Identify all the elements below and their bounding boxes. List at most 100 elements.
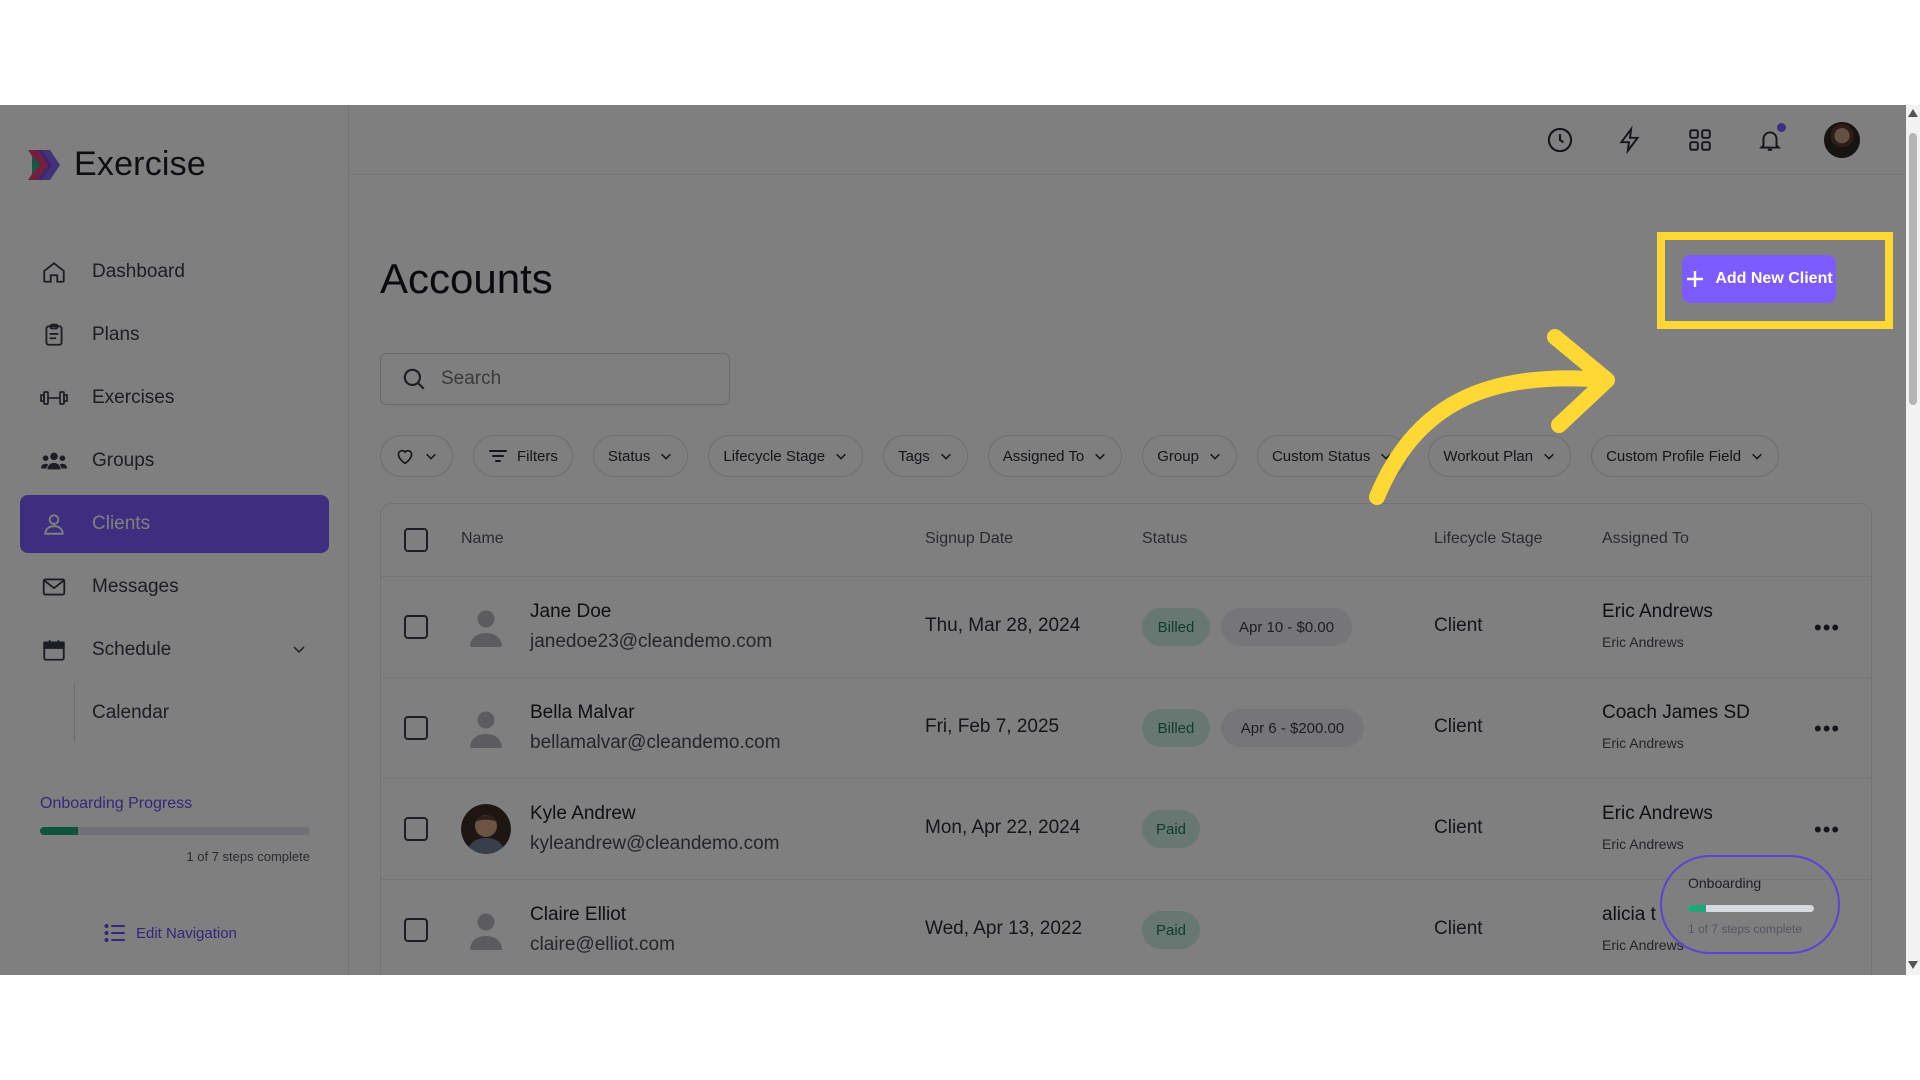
status-filter[interactable]: Status [592,435,689,477]
signup-date: Fri, Feb 7, 2025 [925,716,1060,737]
status-badge: Billed [1142,709,1210,747]
more-options-icon[interactable]: ••• [1814,615,1840,641]
filters-button[interactable]: Filters [473,435,573,477]
tags-filter[interactable]: Tags [883,435,968,477]
client-photo-avatar [461,804,511,854]
signup-date: Mon, Apr 22, 2024 [925,817,1081,838]
sidebar-item-plans[interactable]: Plans [20,306,329,364]
calendar-icon [40,636,68,664]
column-header-name[interactable]: Name [461,530,504,548]
lifecycle-stage: Client [1434,615,1483,636]
user-avatar[interactable] [1822,120,1862,160]
select-all-checkbox[interactable] [404,528,428,552]
sidebar: Exercise Dashboard Plans Exercises Group… [0,105,349,975]
clock-icon[interactable] [1542,122,1578,158]
list-icon [104,924,125,942]
row-checkbox[interactable] [404,817,428,841]
column-header-assigned-to[interactable]: Assigned To [1602,530,1689,548]
filter-label: Group [1157,447,1199,465]
heart-icon [397,449,413,465]
client-name[interactable]: Kyle Andrew [530,803,636,825]
client-name[interactable]: Jane Doe [530,601,611,623]
group-filter[interactable]: Group [1142,435,1237,477]
assigned-to-filter[interactable]: Assigned To [987,435,1123,477]
filter-label: Tags [898,447,930,465]
home-icon [40,258,68,286]
bolt-icon[interactable] [1612,122,1648,158]
column-header-signup-date[interactable]: Signup Date [925,530,1013,548]
row-checkbox[interactable] [404,918,428,942]
onboarding-widget-progress-bar [1688,905,1814,912]
table-row[interactable]: Kyle Andrew kyleandrew@cleandemo.com Mon… [381,779,1871,880]
clients-table: Name Signup Date Status Lifecycle Stage … [380,503,1872,975]
column-header-status[interactable]: Status [1142,530,1187,548]
onboarding-progress[interactable]: Onboarding Progress 1 of 7 steps complet… [40,795,310,864]
table-row[interactable]: Bella Malvar bellamalvar@cleandemo.com F… [381,678,1871,779]
chevron-down-icon [1210,453,1220,460]
column-header-lifecycle-stage[interactable]: Lifecycle Stage [1434,530,1543,548]
sidebar-item-label: Exercises [92,387,175,408]
onboarding-widget[interactable]: Onboarding 1 of 7 steps complete [1660,855,1840,954]
favorites-filter[interactable] [380,435,453,477]
chevron-down-icon[interactable] [291,641,307,663]
chevron-down-icon [661,453,672,460]
scroll-down-arrow-icon[interactable] [1908,961,1918,969]
status-badge: Billed [1142,608,1210,646]
sidebar-item-exercises[interactable]: Exercises [20,369,329,427]
logo-icon [28,149,60,180]
app-logo[interactable]: Exercise [24,145,206,184]
add-new-client-button[interactable]: Add New Client [1682,255,1836,303]
signup-date: Wed, Apr 13, 2022 [925,918,1083,939]
client-name[interactable]: Claire Elliot [530,904,626,926]
row-checkbox[interactable] [404,615,428,639]
avatar-placeholder-icon [470,913,502,950]
clipboard-icon [40,321,68,349]
client-email: claire@elliot.com [530,934,675,955]
onboarding-progress-fill [40,827,78,835]
onboarding-progress-bar [40,827,310,835]
search-input[interactable] [441,368,701,390]
notification-dot [1777,123,1786,132]
more-options-icon[interactable]: ••• [1814,716,1840,742]
scroll-thumb[interactable] [1909,133,1917,405]
sidebar-item-schedule[interactable]: Schedule [20,621,329,679]
sidebar-item-label: Clients [92,513,151,534]
billing-badge: Apr 6 - $200.00 [1221,709,1364,747]
sidebar-item-dashboard[interactable]: Dashboard [20,243,329,301]
sidebar-item-messages[interactable]: Messages [20,558,329,616]
table-row[interactable]: Claire Elliot claire@elliot.com Wed, Apr… [381,880,1871,975]
table-row[interactable]: Jane Doe janedoe23@cleandemo.com Thu, Ma… [381,577,1871,678]
assigned-to-sub: Eric Andrews [1602,937,1684,953]
assigned-to: alicia t [1602,904,1656,925]
lifecycle-stage-filter[interactable]: Lifecycle Stage [708,435,864,477]
filter-label: Lifecycle Stage [723,447,826,465]
onboarding-widget-progress-fill [1688,905,1706,912]
row-checkbox[interactable] [404,716,428,740]
onboarding-steps-text: 1 of 7 steps complete [186,849,310,864]
assigned-to: Coach James SD [1602,702,1750,723]
sidebar-item-groups[interactable]: Groups [20,432,329,490]
sidebar-item-clients[interactable]: Clients [20,495,329,553]
avatar-placeholder-icon [470,711,502,748]
sidebar-item-label: Dashboard [92,261,185,282]
chevron-down-icon [1095,453,1106,460]
grid-icon[interactable] [1682,122,1718,158]
page-title: Accounts [380,255,553,302]
dumbbell-icon [40,384,68,412]
plus-icon [1687,271,1704,287]
bell-icon[interactable] [1752,122,1788,158]
topbar [350,105,1920,175]
pointer-arrow-icon [1369,329,1615,505]
client-name[interactable]: Bella Malvar [530,702,635,724]
page-scrollbar[interactable] [1906,105,1920,975]
topbar-icons [1542,120,1862,160]
sidebar-item-calendar[interactable]: Calendar [20,684,329,742]
chevron-down-icon [940,453,951,460]
more-options-icon[interactable]: ••• [1814,817,1840,843]
search-box[interactable] [380,353,730,405]
nav-indent-line [74,684,75,742]
onboarding-widget-title: Onboarding [1688,875,1762,891]
scroll-up-arrow-icon[interactable] [1908,109,1918,117]
chevron-down-icon [1752,453,1763,460]
edit-navigation-link[interactable]: Edit Navigation [104,923,237,943]
